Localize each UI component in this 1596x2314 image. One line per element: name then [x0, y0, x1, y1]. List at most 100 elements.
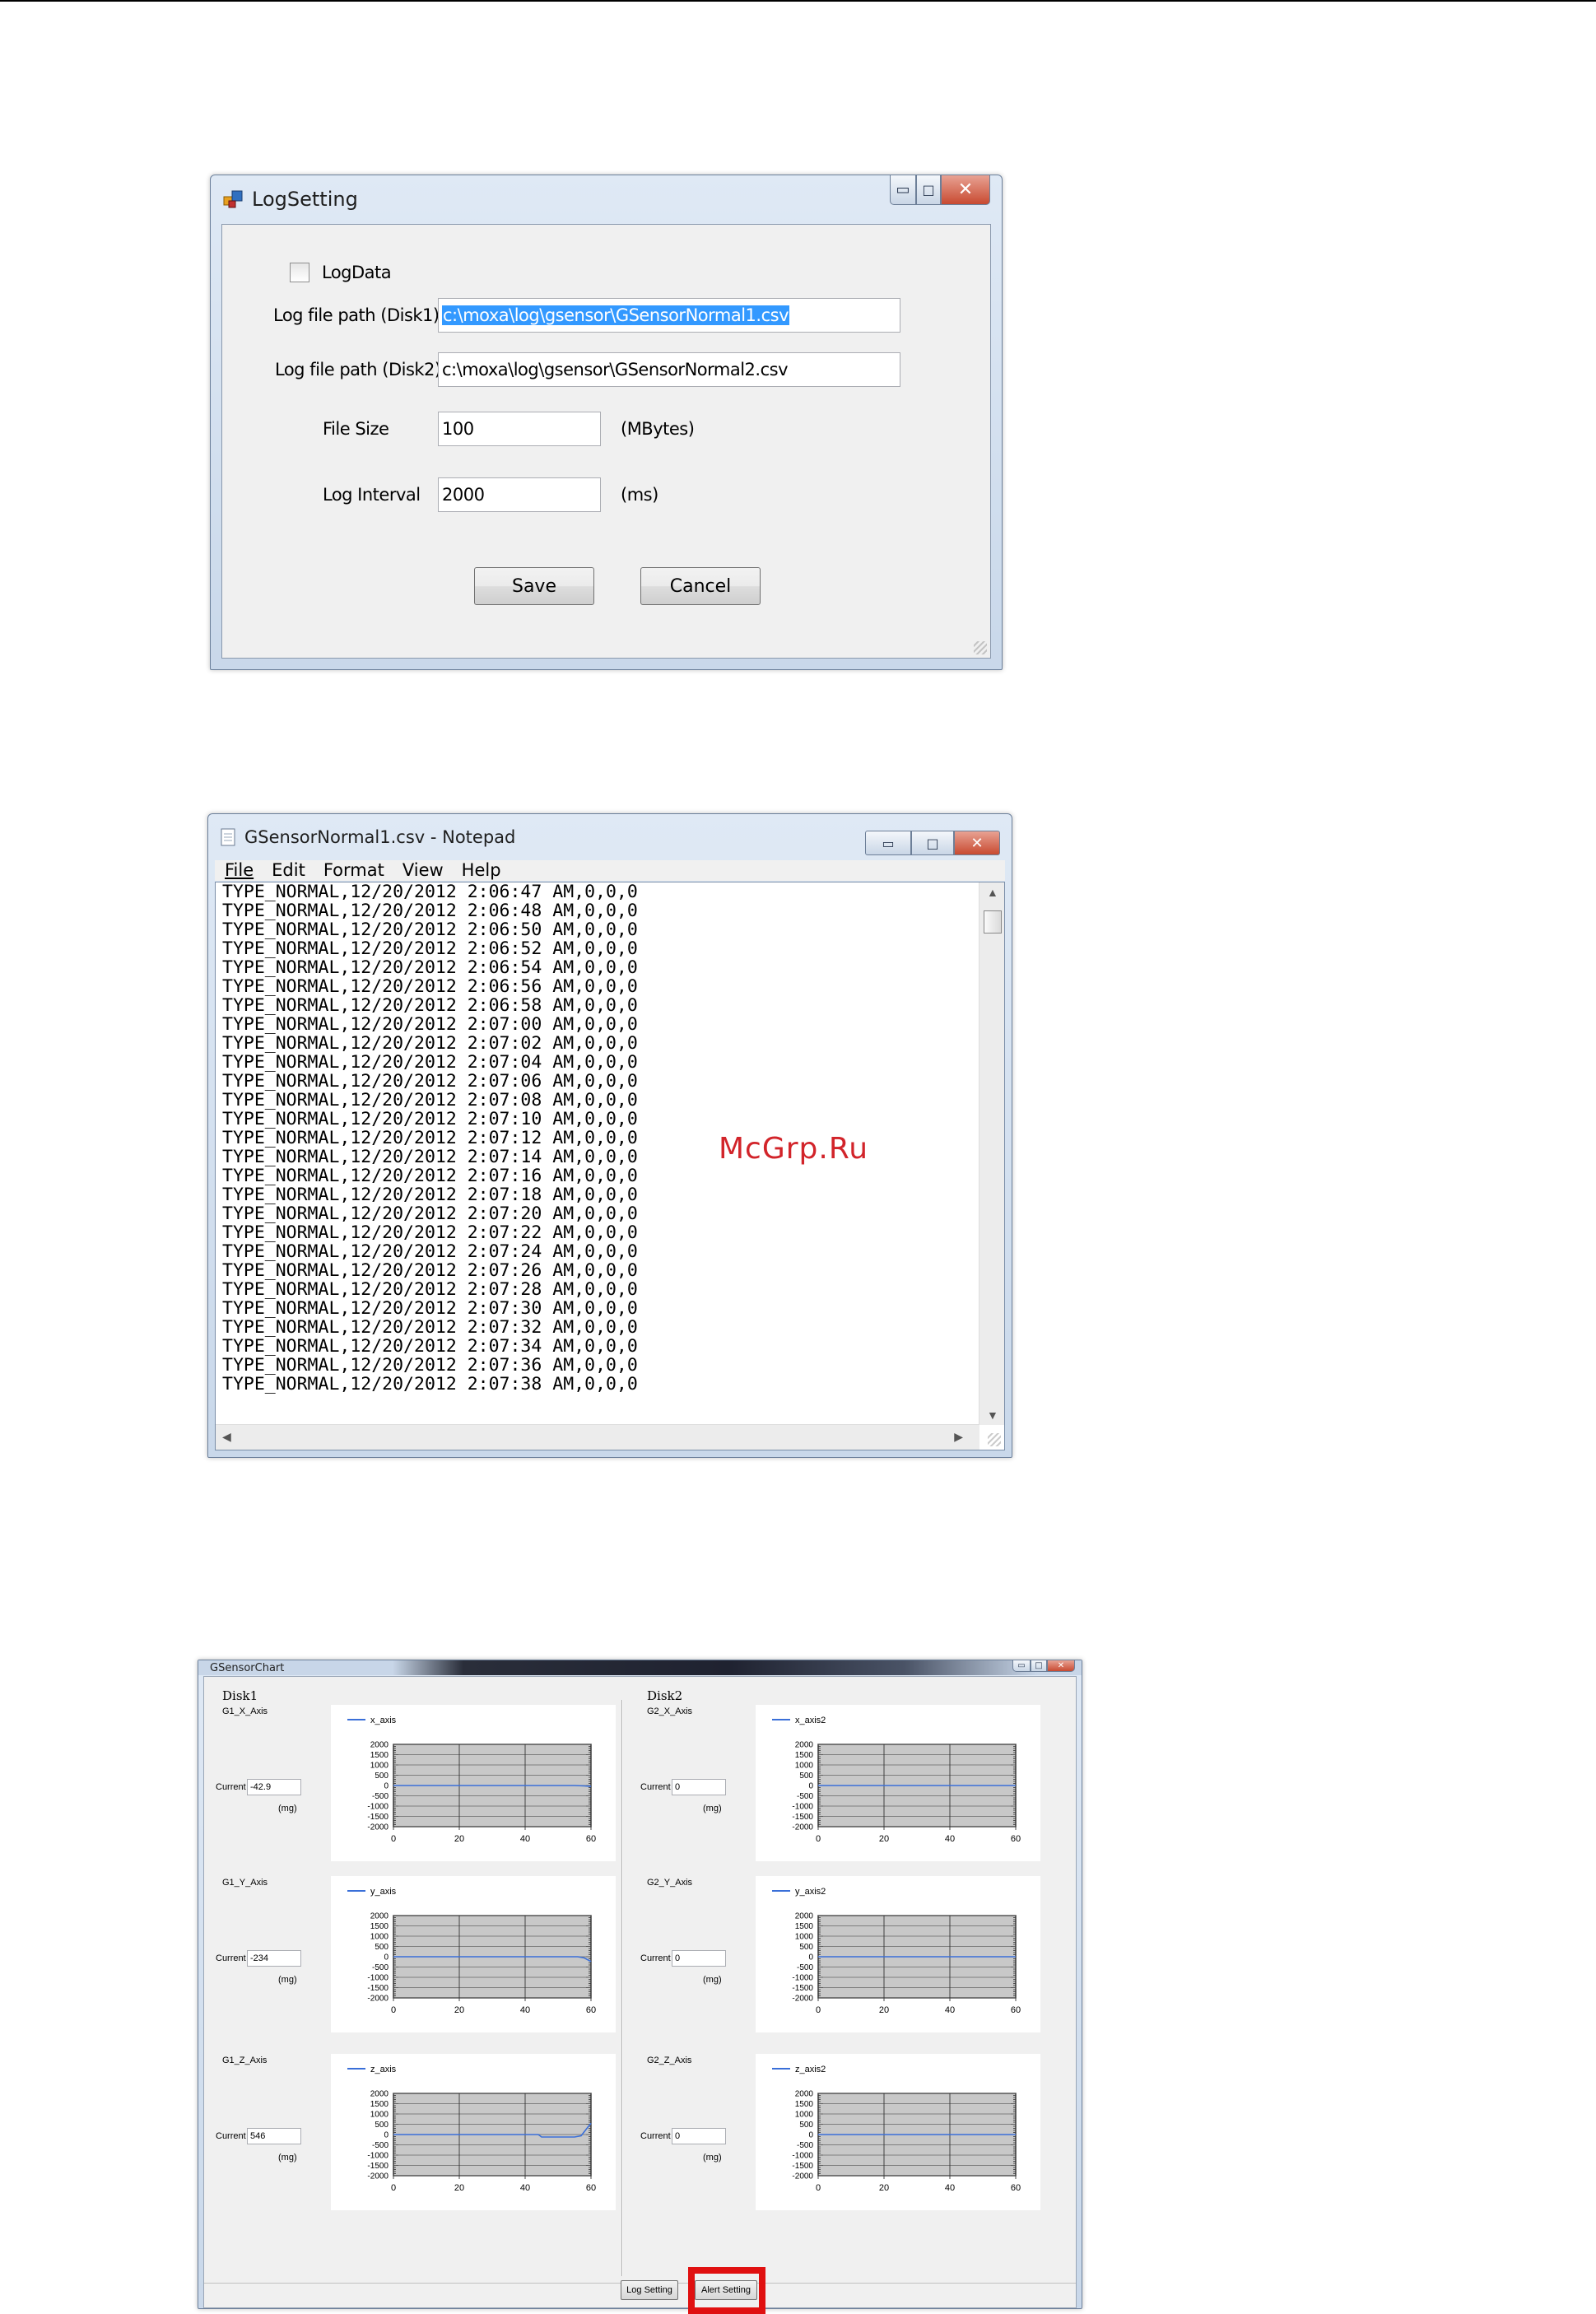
text-line: TYPE_NORMAL,12/20/2012 2:06:54 AM,0,0,0: [222, 957, 638, 978]
legend-label: y_axis2: [795, 1887, 826, 1897]
vertical-scrollbar[interactable]: ▲ ▼: [979, 882, 1004, 1425]
disk1-path-selected-text: c:\moxa\log\gsensor\GSensorNormal1.csv: [442, 305, 790, 325]
menu-help[interactable]: Help: [462, 860, 501, 881]
y-tick-label: 1500: [795, 1922, 814, 1931]
text-line: TYPE_NORMAL,12/20/2012 2:07:22 AM,0,0,0: [222, 1222, 638, 1243]
log-setting-titlebar[interactable]: LogSetting: [211, 175, 1002, 223]
current-value-field[interactable]: 0: [672, 2128, 726, 2144]
unit-label: (mg): [703, 1975, 722, 1985]
unit-label: (mg): [703, 1804, 722, 1813]
minimize-icon: ▭: [896, 181, 910, 198]
x-tick-label: 0: [816, 2005, 821, 2015]
x-tick-label: 40: [520, 1834, 530, 1844]
window-title: LogSetting: [252, 188, 358, 211]
scroll-thumb[interactable]: [984, 910, 1002, 934]
current-value-field[interactable]: 0: [672, 1950, 726, 1967]
scroll-left-icon[interactable]: ◀: [222, 1430, 231, 1444]
text-line: TYPE_NORMAL,12/20/2012 2:07:24 AM,0,0,0: [222, 1241, 638, 1262]
disk2-path-input[interactable]: c:\moxa\log\gsensor\GSensorNormal2.csv: [438, 352, 900, 387]
log-interval-label: Log Interval: [323, 485, 421, 505]
scroll-right-icon[interactable]: ▶: [954, 1430, 963, 1444]
x-tick-label: 40: [520, 2183, 530, 2193]
x-tick-label: 0: [816, 2183, 821, 2193]
file-size-input[interactable]: 100: [438, 412, 601, 446]
y-tick-label: 500: [375, 2121, 389, 2130]
close-button[interactable]: ✕: [954, 831, 1000, 855]
y-tick-label: 1000: [370, 1762, 389, 1771]
axis-name-label: G2_X_Axis: [647, 1706, 693, 1716]
notepad-window: GSensorNormal1.csv - Notepad ▭ □ ✕ File …: [207, 813, 1012, 1458]
close-button[interactable]: ✕: [941, 175, 990, 205]
current-label: Current: [640, 1953, 671, 1963]
disk2-path-label: Log file path (Disk2): [275, 360, 441, 379]
horizontal-scrollbar[interactable]: ◀ ▶: [216, 1424, 979, 1450]
minimize-button[interactable]: ▭: [890, 175, 916, 205]
log-setting-button[interactable]: Log Setting: [621, 2280, 678, 2300]
text-line: TYPE_NORMAL,12/20/2012 2:07:02 AM,0,0,0: [222, 1033, 638, 1054]
text-line: TYPE_NORMAL,12/20/2012 2:06:50 AM,0,0,0: [222, 920, 638, 940]
minimize-button[interactable]: ▭: [1012, 1660, 1031, 1672]
current-value-field[interactable]: 0: [672, 1779, 726, 1795]
disk1-path-input[interactable]: c:\moxa\log\gsensor\GSensorNormal1.csv: [438, 298, 900, 333]
maximize-button[interactable]: □: [911, 831, 954, 855]
y-tick-label: -2000: [792, 2172, 813, 2181]
disk2-label: Disk2: [647, 1688, 683, 1703]
menu-edit[interactable]: Edit: [272, 860, 305, 881]
close-icon: ✕: [1057, 1661, 1065, 1670]
y-tick-label: 1000: [370, 1933, 389, 1942]
close-button[interactable]: ✕: [1047, 1660, 1075, 1672]
current-value-field[interactable]: -234: [247, 1950, 301, 1967]
line-chart: y_axis2000150010005000-500-1000-1500-200…: [347, 1887, 596, 2015]
y-tick-label: 500: [375, 1772, 389, 1781]
y-tick-label: -500: [797, 1963, 813, 1972]
y-tick-label: 0: [384, 1953, 389, 1962]
y-tick-label: 500: [375, 1943, 389, 1952]
x-tick-label: 60: [586, 2183, 596, 2193]
x-tick-label: 20: [454, 1834, 464, 1844]
chart-panel: y_axis 2000 1500 1000 500 0 -500 -1000 -1500 -200…: [331, 1876, 616, 2032]
log-data-label: LogData: [322, 263, 392, 282]
save-button[interactable]: Save: [474, 567, 594, 605]
window-title: GSensorChart: [210, 1661, 285, 1674]
window-controls: ▭ □ ✕: [890, 175, 990, 205]
scroll-up-icon[interactable]: ▲: [987, 886, 998, 899]
log-data-checkbox[interactable]: [290, 263, 309, 282]
minimize-icon: ▭: [882, 835, 895, 851]
current-value-field[interactable]: 546: [247, 2128, 301, 2144]
menu-view[interactable]: View: [402, 860, 444, 881]
x-tick-label: 60: [586, 1834, 596, 1844]
y-tick-label: -2000: [367, 1823, 389, 1832]
y-tick-label: 500: [799, 2121, 813, 2130]
unit-label: (mg): [703, 2153, 722, 2163]
menu-file[interactable]: File: [225, 860, 254, 881]
current-label: Current: [216, 1953, 246, 1963]
scroll-down-icon[interactable]: ▼: [987, 1408, 998, 1422]
line-chart: x_axis22000150010005000-500-1000-1500-20…: [772, 1716, 1021, 1844]
maximize-button[interactable]: □: [916, 175, 941, 205]
resize-grip[interactable]: [974, 641, 987, 654]
cancel-button[interactable]: Cancel: [640, 567, 761, 605]
y-tick-label: -500: [372, 2141, 389, 2150]
x-tick-label: 60: [1011, 1834, 1021, 1844]
x-tick-label: 0: [816, 1834, 821, 1844]
text-line: TYPE_NORMAL,12/20/2012 2:07:38 AM,0,0,0: [222, 1374, 638, 1394]
text-editor[interactable]: TYPE_NORMAL,12/20/2012 2:06:47 AM,0,0,0 T…: [215, 882, 1005, 1450]
text-line: TYPE_NORMAL,12/20/2012 2:07:30 AM,0,0,0: [222, 1298, 638, 1319]
menu-format[interactable]: Format: [323, 860, 384, 881]
current-value-field[interactable]: -42.9: [247, 1779, 301, 1795]
y-tick-label: 0: [808, 1782, 813, 1791]
minimize-button[interactable]: ▭: [865, 831, 911, 855]
log-setting-window: LogSetting ▭ □ ✕ LogData Log file path (…: [210, 175, 1003, 670]
unit-label: (mg): [278, 2153, 297, 2163]
notepad-icon: [221, 828, 235, 846]
x-tick-label: 20: [879, 1834, 889, 1844]
x-tick-label: 20: [879, 2183, 889, 2193]
gsensor-titlebar[interactable]: GSensorChart: [198, 1660, 1082, 1675]
y-tick-label: -500: [797, 1792, 813, 1801]
maximize-button[interactable]: □: [1031, 1660, 1047, 1672]
log-interval-input[interactable]: 2000: [438, 477, 601, 512]
gsensor-chart-window: GSensorChart ▭ □ ✕ Disk1 Disk2 Log Setti…: [198, 1660, 1082, 2314]
resize-grip[interactable]: [988, 1433, 1001, 1446]
y-tick-label: 2000: [370, 1912, 389, 1921]
log-interval-unit: (ms): [621, 485, 658, 505]
